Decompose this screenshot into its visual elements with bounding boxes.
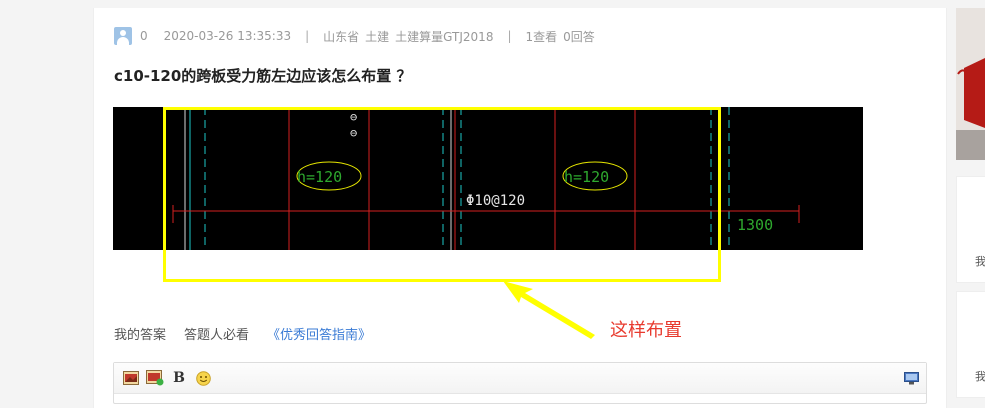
answer-count: 0回答 <box>563 29 595 44</box>
question-title: c10-120的跨板受力筋左边应该怎么布置 ？ <box>114 67 412 85</box>
fullscreen-button[interactable] <box>902 369 920 387</box>
side-card-text: 我 <box>975 255 985 268</box>
category-tag[interactable]: 土建 <box>365 28 389 45</box>
dimension-label: 1300 <box>737 216 773 234</box>
side-card[interactable]: 我 <box>956 176 985 283</box>
annotation-arrow <box>503 281 595 339</box>
monitor-icon <box>903 371 919 384</box>
annotation-highlight-box <box>163 107 721 282</box>
meta-separator: | <box>305 29 310 43</box>
banner-graphic <box>956 8 985 160</box>
question-meta: 0 2020-03-26 13:35:33 | 山东省 土建 土建算量GTJ20… <box>114 27 595 45</box>
post-datetime: 2020-03-26 13:35:33 <box>163 29 292 43</box>
emoji-button[interactable] <box>194 369 212 387</box>
avatar[interactable] <box>114 27 132 45</box>
my-answer-label: 我的答案 <box>114 328 167 343</box>
answer-guide-link[interactable]: 《优秀回答指南》 <box>267 324 371 343</box>
points-value: 0 <box>140 29 148 43</box>
side-card-text: 我 <box>975 370 985 383</box>
annotation-text: 这样布置 <box>610 320 682 341</box>
meta-separator: | <box>507 29 512 43</box>
answer-editor: B <box>113 362 927 404</box>
image-icon <box>123 371 139 385</box>
smiley-icon <box>195 370 211 386</box>
must-read-link[interactable]: 答题人必看 <box>184 324 249 343</box>
side-card[interactable]: 我 <box>956 291 985 398</box>
upload-image-button[interactable] <box>146 369 164 387</box>
region-tag[interactable]: 山东省 <box>323 28 359 45</box>
side-banner[interactable] <box>956 8 985 160</box>
editor-toolbar: B <box>114 363 926 394</box>
upload-image-icon <box>146 370 164 386</box>
software-tag[interactable]: 土建算量GTJ2018 <box>395 28 493 45</box>
answer-links: 我的答案 答题人必看 《优秀回答指南》 <box>114 324 371 343</box>
insert-image-button[interactable] <box>122 369 140 387</box>
bold-button[interactable]: B <box>170 369 188 387</box>
view-count: 1查看 <box>525 29 558 44</box>
